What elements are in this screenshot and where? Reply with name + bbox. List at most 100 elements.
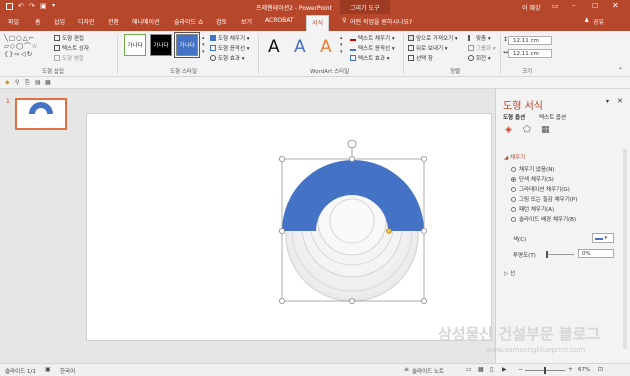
transparency-slider-thumb[interactable] — [546, 251, 548, 258]
text-outline-button[interactable]: 텍스트 윤곽선 ▾ — [350, 44, 395, 52]
shape-fill-button[interactable]: 도형 채우기 ▾ — [210, 34, 250, 42]
pane-options-dropdown-icon[interactable]: ▾ — [606, 98, 609, 105]
share-button[interactable]: 공유 — [593, 17, 604, 26]
text-effects-button[interactable]: 텍스트 효과 ▾ — [350, 54, 390, 62]
tab-insert[interactable]: 삽입 — [54, 17, 65, 26]
line-section-header[interactable]: ▷ 선 — [504, 269, 515, 277]
qat-icon-3[interactable]: ⎘ — [25, 79, 30, 87]
wordart-style-3[interactable]: A — [320, 37, 332, 57]
slideshow-icon[interactable]: ▶ — [502, 366, 507, 373]
option-background-fill[interactable]: 슬라이드 배경 채우기(B) — [511, 215, 576, 223]
fill-section-header[interactable]: ◢ 채우기 — [504, 153, 525, 161]
save-icon[interactable] — [6, 3, 13, 10]
tell-me-input[interactable]: 어떤 작업을 원하시나요? — [350, 17, 412, 26]
option-gradient-fill[interactable]: 그라데이션 채우기(G) — [511, 185, 570, 193]
rotation-handle-icon[interactable] — [347, 139, 357, 149]
send-backward-button[interactable]: 뒤로 보내기 ▾ — [408, 44, 448, 52]
zoom-slider-thumb[interactable] — [544, 367, 546, 374]
tab-format[interactable]: 서식 — [306, 15, 330, 31]
minimize-icon[interactable]: – — [572, 1, 576, 9]
tab-shape-options[interactable]: 도형 옵션 — [503, 113, 525, 121]
close-icon[interactable]: ✕ — [612, 1, 619, 10]
text-fill-button[interactable]: 텍스트 채우기 ▾ — [350, 34, 395, 42]
shape-style-swatch-2[interactable]: 가나다 — [150, 34, 172, 56]
resize-handle[interactable] — [420, 156, 427, 163]
zoom-in-icon[interactable]: + — [568, 366, 573, 373]
shape-style-swatch-1[interactable]: 가나다 — [124, 34, 146, 56]
shape-effects-button[interactable]: 도형 효과 ▾ — [210, 54, 245, 62]
zoom-out-icon[interactable]: − — [518, 366, 523, 373]
fill-line-icon[interactable]: ◈ — [505, 125, 512, 135]
wordart-style-1[interactable]: A — [268, 37, 280, 57]
shape-style-swatch-3[interactable]: 가나다 — [174, 32, 200, 58]
wordart-style-2[interactable]: A — [294, 37, 306, 57]
ribbon-display-icon[interactable]: ▭ — [552, 2, 559, 10]
qat-customize-icon[interactable]: ▾ — [52, 2, 55, 9]
tab-review[interactable]: 검토 — [216, 17, 227, 26]
adjust-handle[interactable] — [386, 228, 392, 234]
option-picture-fill[interactable]: 그림 또는 질감 채우기(P) — [511, 195, 577, 203]
qat-icon-5[interactable]: ▦ — [45, 79, 51, 86]
qat-icon-1[interactable]: ◆ — [5, 79, 10, 86]
merge-shapes-button[interactable]: 도형 병합 — [54, 54, 84, 62]
fit-to-window-icon[interactable]: ⊡ — [598, 366, 603, 373]
tab-text-options[interactable]: 텍스트 옵션 — [539, 113, 566, 121]
edit-shape-button[interactable]: 도형 편집 — [54, 34, 84, 42]
color-picker-button[interactable]: ▾ — [592, 233, 614, 243]
start-from-beginning-icon[interactable]: ▣ — [40, 2, 47, 10]
resize-handle[interactable] — [348, 297, 355, 304]
tab-file[interactable]: 파일 — [8, 17, 19, 26]
tab-view[interactable]: 보기 — [241, 17, 252, 26]
width-input[interactable]: 12.11 cm — [508, 49, 552, 58]
resize-handle[interactable] — [348, 156, 355, 163]
pane-scrollbar[interactable] — [623, 149, 627, 349]
option-solid-fill[interactable]: 단색 채우기(S) — [511, 175, 554, 183]
option-no-fill[interactable]: 채우기 없음(N) — [511, 165, 554, 173]
selection-pane-button[interactable]: 선택 창 — [408, 54, 433, 62]
language-label[interactable]: 한국어 — [60, 367, 75, 375]
reading-view-icon[interactable]: ▯ — [490, 366, 493, 373]
tab-acrobat[interactable]: ACROBAT — [265, 17, 294, 24]
slide-thumbnail[interactable] — [15, 98, 67, 130]
text-box-button[interactable]: 텍스트 상자 — [54, 44, 89, 52]
transparency-slider[interactable] — [546, 254, 574, 255]
size-properties-icon[interactable]: ▦ — [541, 125, 550, 135]
transparency-input[interactable]: 0% — [578, 249, 614, 258]
align-button[interactable]: 맞춤 ▾ — [468, 34, 491, 42]
resize-handle[interactable] — [420, 297, 427, 304]
tab-design[interactable]: 디자인 — [78, 17, 95, 26]
tab-home[interactable]: 홈 — [35, 17, 41, 26]
effects-icon[interactable]: ⬠ — [523, 125, 531, 135]
notes-button[interactable]: 슬라이드 노트 — [412, 367, 444, 375]
redo-icon[interactable]: ↷ — [29, 2, 35, 10]
resize-handle[interactable] — [278, 228, 285, 235]
slide-sorter-icon[interactable]: ▦ — [478, 366, 484, 373]
zoom-level[interactable]: 67% — [578, 367, 590, 373]
rotate-button[interactable]: 회전 ▾ — [468, 54, 491, 62]
option-pattern-fill[interactable]: 패턴 채우기(A) — [511, 205, 554, 213]
resize-handle[interactable] — [420, 228, 427, 235]
qat-icon-4[interactable]: ▤ — [35, 79, 41, 86]
shape-styles-more-icon[interactable]: ▴ ▾ ▾ — [202, 35, 205, 56]
height-input[interactable]: 12.11 cm — [508, 36, 552, 45]
slide-thumbnails-pane: 1 — [0, 89, 80, 363]
pane-title: 도형 서식 — [503, 101, 543, 112]
tab-slideshow[interactable]: 슬라이드 쇼 — [174, 17, 204, 26]
maximize-icon[interactable]: ☐ — [592, 2, 598, 10]
resize-handle[interactable] — [278, 297, 285, 304]
tab-transitions[interactable]: 전환 — [108, 17, 119, 26]
shapes-gallery[interactable]: ╲□○△⌐ ▱◇◯⌒☆ {}⇨◁↻ — [4, 34, 50, 60]
wordart-more-icon[interactable]: ▴ ▾ ▾ — [340, 35, 343, 56]
resize-handle[interactable] — [278, 156, 285, 163]
spellcheck-icon[interactable]: ▣ — [45, 366, 51, 373]
shape-outline-button[interactable]: 도형 윤곽선 ▾ — [210, 44, 250, 52]
pane-close-icon[interactable]: ✕ — [617, 97, 623, 105]
user-name[interactable]: 이 혜강 — [522, 3, 540, 12]
undo-icon[interactable]: ↶ — [18, 2, 24, 10]
tab-animations[interactable]: 애니메이션 — [132, 17, 160, 26]
qat-icon-2[interactable]: ⚲ — [15, 79, 19, 86]
bring-forward-button[interactable]: 앞으로 가져오기 ▾ — [408, 34, 458, 42]
normal-view-icon[interactable]: ▭ — [466, 366, 472, 373]
collapse-ribbon-icon[interactable]: ⌃ — [618, 67, 623, 74]
group-button[interactable]: 그룹화 ▾ — [468, 44, 496, 52]
